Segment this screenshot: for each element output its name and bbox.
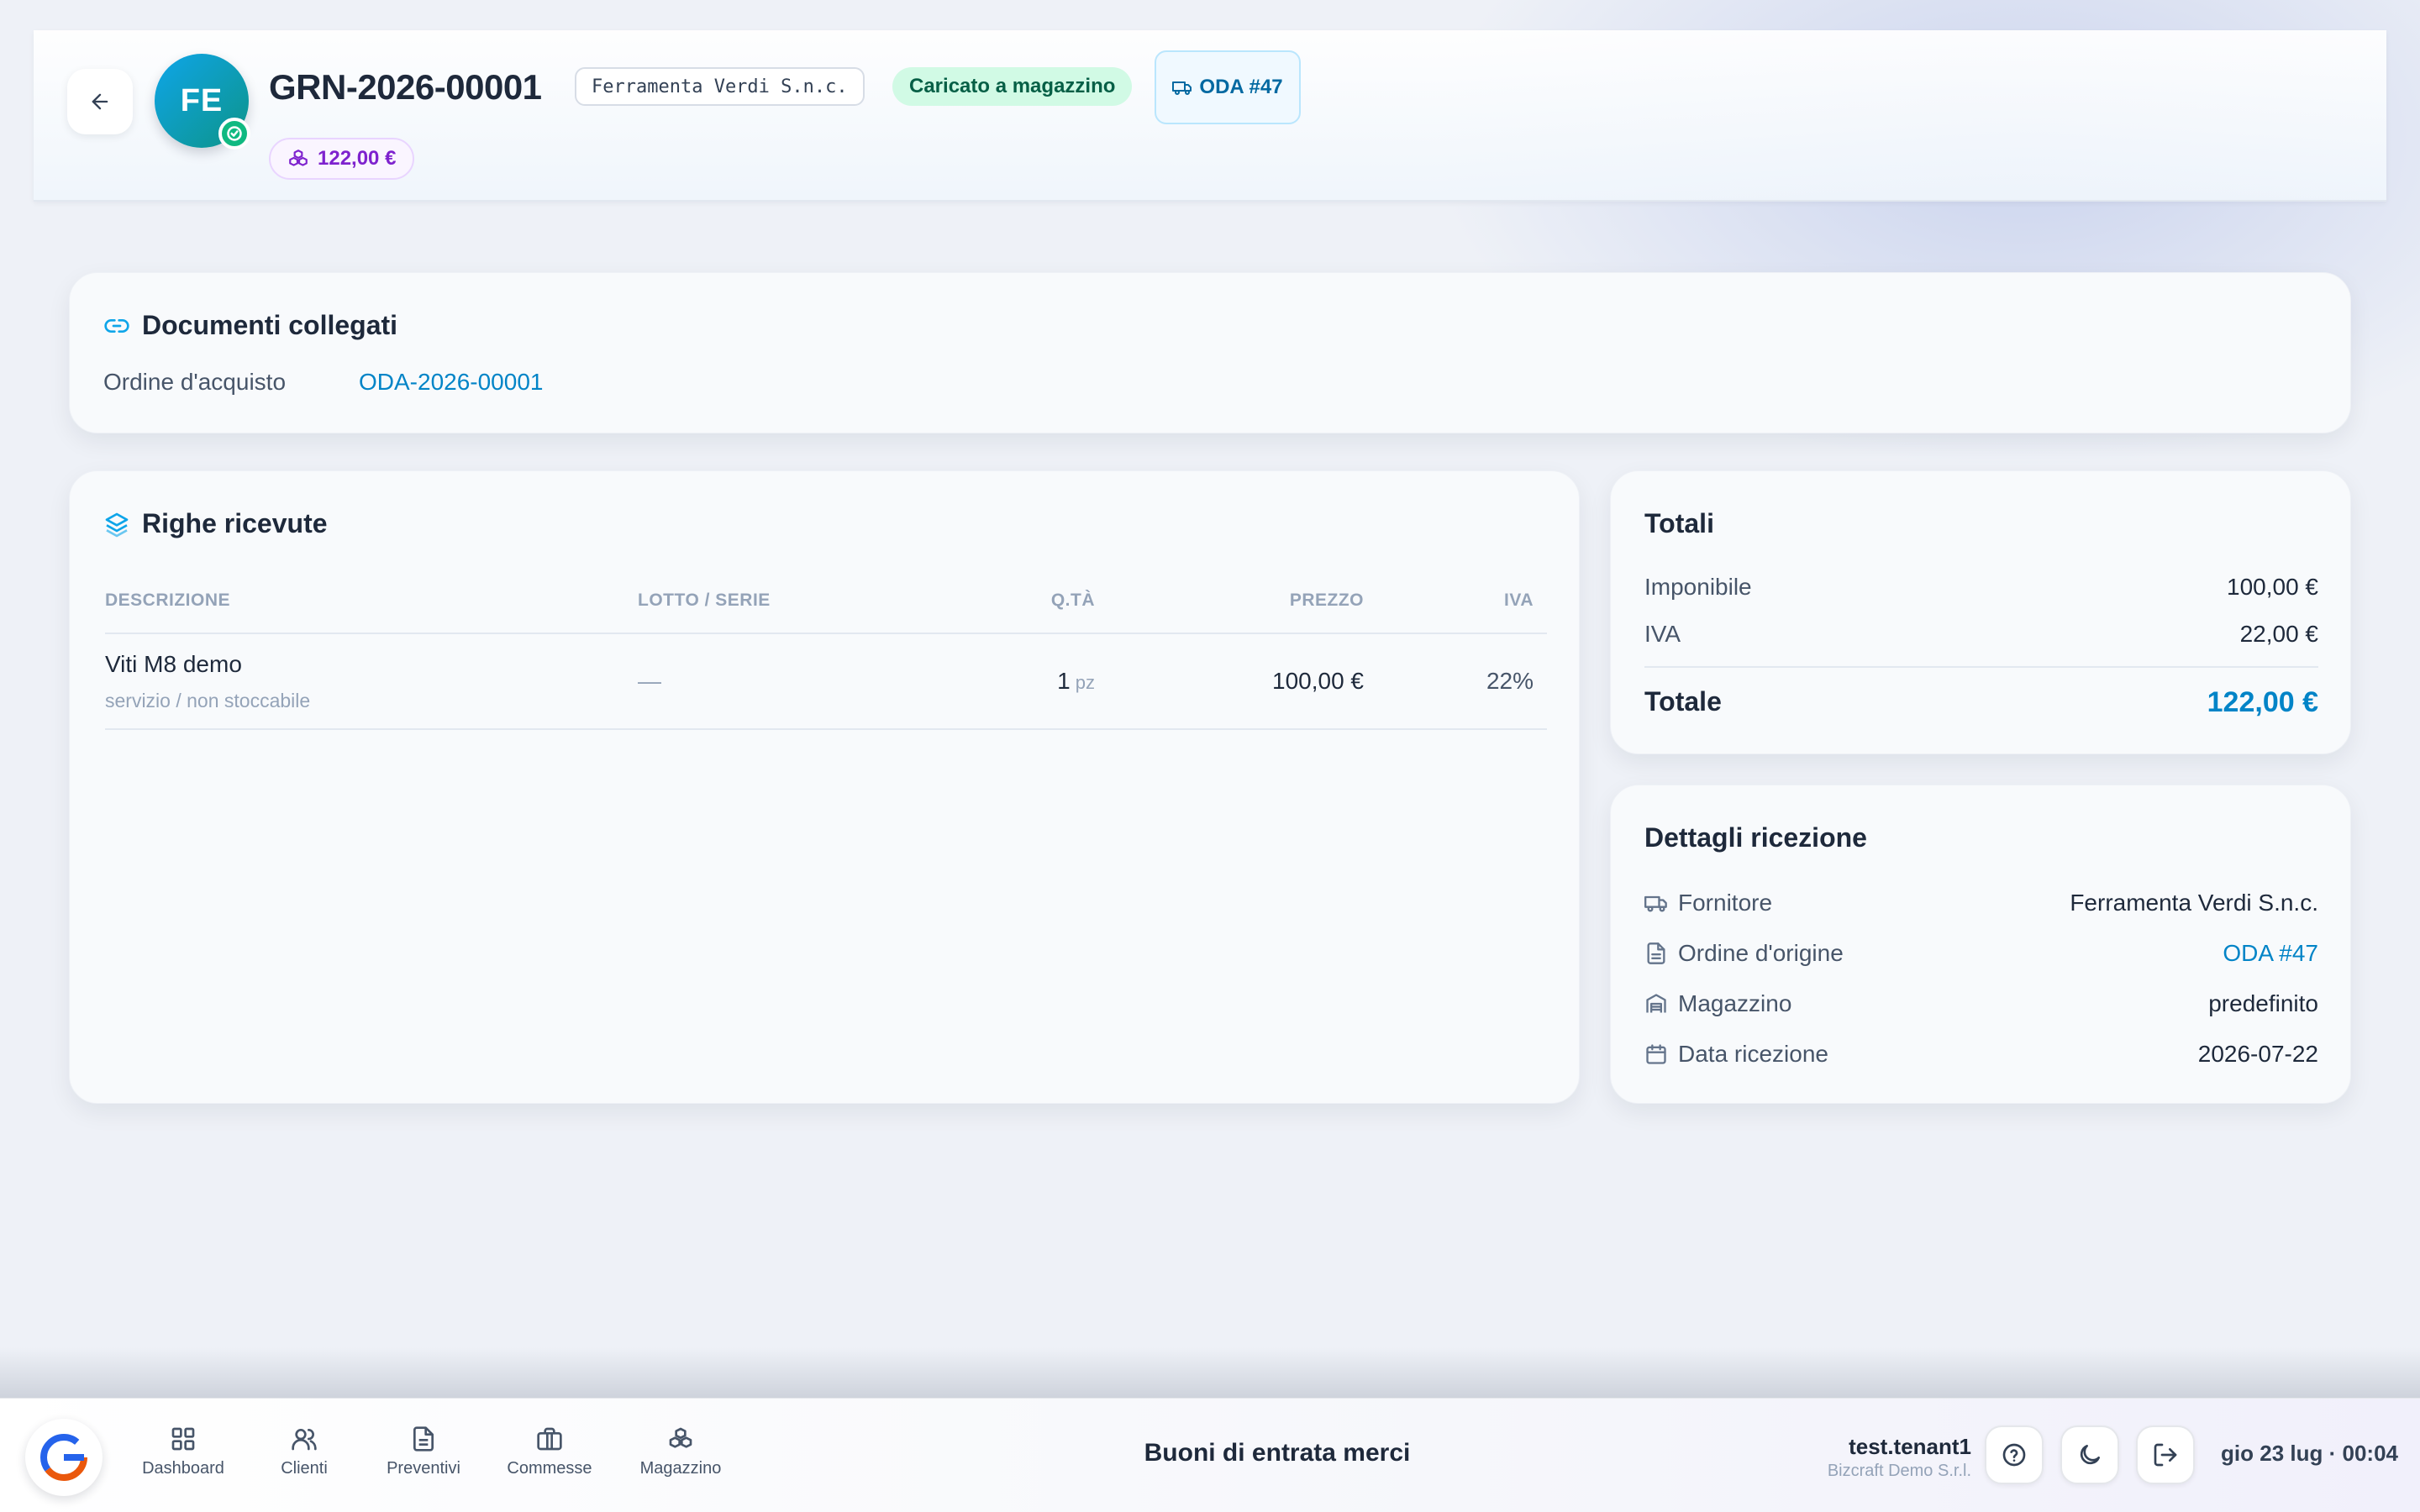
reception-details-title: Dettagli ricezione <box>1644 822 1867 853</box>
column-header-lot: LOTTO / SERIE <box>638 591 771 610</box>
linked-document-link[interactable]: ODA-2026-00001 <box>359 369 543 396</box>
log-out-icon <box>2154 1443 2177 1467</box>
detail-origin-order: Ordine d'origine ODA #47 <box>1644 937 2318 970</box>
dashboard-icon <box>171 1427 195 1451</box>
user-info: test.tenant1 Bizcraft Demo S.r.l. <box>1828 1434 1971 1481</box>
order-link-label: ODA #47 <box>1199 76 1283 98</box>
taxable-value: 100,00 € <box>2227 574 2318 600</box>
total-label: Totale <box>1644 686 1722 717</box>
row-price: 100,00 € <box>1272 668 1364 694</box>
theme-toggle-button[interactable] <box>2060 1425 2119 1484</box>
current-page-title: Buoni di entrata merci <box>1144 1439 1411 1467</box>
row-qty: 1 pz <box>1057 668 1095 694</box>
total-value: 122,00 € <box>2207 686 2318 718</box>
nav-dashboard[interactable]: Dashboard <box>124 1425 242 1478</box>
users-icon <box>292 1429 317 1451</box>
help-circle-icon <box>2002 1443 2026 1467</box>
user-name: test.tenant1 <box>1849 1434 1971 1459</box>
help-button[interactable] <box>1985 1425 2044 1484</box>
bottom-bar: Dashboard Clienti Preventivi Commesse Ma… <box>0 1398 2420 1512</box>
truck-icon <box>1172 81 1192 95</box>
supplier-chip: Ferramenta Verdi S.n.c. <box>575 67 865 106</box>
check-circle-icon <box>218 118 250 150</box>
nav-preventivi[interactable]: Preventivi <box>365 1425 482 1478</box>
received-lines-card: Righe ricevute DESCRIZIONE LOTTO / SERIE… <box>69 470 1580 1104</box>
order-link-button[interactable]: ODA #47 <box>1155 50 1301 124</box>
detail-warehouse-value: predefinito <box>2208 990 2318 1016</box>
amount-badge: 122,00 € <box>269 138 415 180</box>
row-description: Viti M8 demo <box>105 651 242 677</box>
row-vat: 22% <box>1486 668 1534 694</box>
arrow-left-icon <box>92 93 108 110</box>
totals-card: Totali Imponibile 100,00 € IVA 22,00 € T… <box>1610 470 2351 754</box>
briefcase-icon <box>537 1427 562 1451</box>
page-header: FE GRN-2026-00001 Ferramenta Verdi S.n.c… <box>34 30 2386 202</box>
file-text-icon <box>413 1426 434 1452</box>
vat-row: IVA 22,00 € <box>1644 621 2318 648</box>
grand-total-row: Totale 122,00 € <box>1644 686 2318 718</box>
boxes-icon <box>669 1427 692 1448</box>
detail-warehouse: Magazzino predefinito <box>1644 987 2318 1021</box>
boxes-icon <box>289 150 308 166</box>
back-button[interactable] <box>67 69 133 134</box>
linked-document-label: Ordine d'acquisto <box>103 369 287 395</box>
nav-commesse[interactable]: Commesse <box>491 1425 608 1478</box>
warehouse-icon <box>1646 994 1666 1013</box>
totals-divider <box>1644 666 2318 668</box>
app-logo[interactable] <box>25 1419 103 1496</box>
clock: gio 23 lug · 00:04 <box>2221 1441 2398 1466</box>
row-unit: pz <box>1075 672 1095 693</box>
amount-value: 122,00 € <box>318 147 397 170</box>
detail-supplier: Fornitore Ferramenta Verdi S.n.c. <box>1644 886 2318 920</box>
received-lines-title: Righe ricevute <box>103 508 328 539</box>
column-header-qty: Q.TÀ <box>1050 591 1095 610</box>
column-header-description: DESCRIZIONE <box>105 591 231 610</box>
truck-icon <box>1644 895 1667 912</box>
taxable-label: Imponibile <box>1644 574 1752 600</box>
logout-button[interactable] <box>2136 1425 2195 1484</box>
link-icon <box>104 318 129 333</box>
table-header: DESCRIZIONE LOTTO / SERIE Q.TÀ PREZZO IV… <box>105 591 1547 634</box>
taxable-row: Imponibile 100,00 € <box>1644 574 2318 601</box>
calendar-icon <box>1646 1044 1666 1064</box>
moon-icon <box>2080 1445 2100 1465</box>
nav-clienti[interactable]: Clienti <box>245 1425 363 1478</box>
linked-documents-title: Documenti collegati <box>103 310 397 341</box>
column-header-price: PREZZO <box>1289 591 1364 610</box>
detail-supplier-value: Ferramenta Verdi S.n.c. <box>2070 890 2318 916</box>
row-lot: — <box>638 668 661 694</box>
detail-date-value: 2026-07-22 <box>2197 1041 2318 1067</box>
vat-label: IVA <box>1644 621 1681 647</box>
status-badge: Caricato a magazzino <box>892 67 1133 106</box>
file-text-icon <box>1647 942 1665 964</box>
row-note: servizio / non stoccabile <box>105 690 311 711</box>
user-organization: Bizcraft Demo S.r.l. <box>1827 1462 1971 1480</box>
vat-value: 22,00 € <box>2239 621 2318 647</box>
column-header-vat: IVA <box>1504 591 1534 610</box>
page-title: GRN-2026-00001 <box>269 67 542 107</box>
detail-origin-order-link[interactable]: ODA #47 <box>2223 940 2318 967</box>
layers-icon <box>105 512 129 537</box>
nav-magazzino[interactable]: Magazzino <box>622 1425 739 1478</box>
totals-title: Totali <box>1644 508 1714 538</box>
detail-date: Data ricezione 2026-07-22 <box>1644 1037 2318 1071</box>
reception-details-card: Dettagli ricezione Fornitore Ferramenta … <box>1610 785 2351 1104</box>
table-row: Viti M8 demo servizio / non stoccabile —… <box>105 634 1547 730</box>
linked-documents-card: Documenti collegati Ordine d'acquisto OD… <box>69 272 2351 433</box>
bottom-shadow <box>0 1347 2420 1398</box>
